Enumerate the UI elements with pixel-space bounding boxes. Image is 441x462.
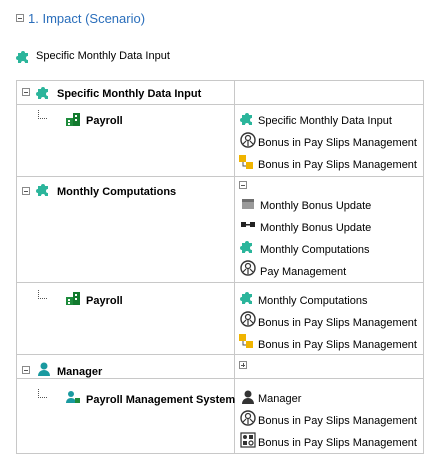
- role-icon: [66, 391, 80, 403]
- item-label: Manager: [258, 393, 302, 405]
- row-label: Payroll Management System: [86, 394, 236, 406]
- row-label: Payroll: [86, 115, 123, 127]
- tree-connector: [38, 389, 47, 398]
- event-icon: [239, 334, 253, 348]
- row-label: Specific Monthly Data Input: [57, 88, 202, 100]
- application-system-icon: [240, 132, 256, 148]
- item-label: Monthly Computations: [258, 295, 368, 307]
- item-label: Monthly Bonus Update: [260, 222, 372, 234]
- puzzle-icon: [240, 241, 252, 253]
- event-icon: [239, 155, 253, 169]
- row-label: Manager: [57, 366, 103, 378]
- item-label: Bonus in Pay Slips Management: [258, 317, 417, 329]
- item-label: Bonus in Pay Slips Management: [258, 415, 417, 427]
- data-cluster-icon: [242, 199, 254, 209]
- organization-icon: [66, 113, 80, 126]
- subtitle: Specific Monthly Data Input: [16, 46, 170, 66]
- item-label: Monthly Computations: [260, 244, 370, 256]
- item-label: Bonus in Pay Slips Management: [258, 339, 417, 351]
- section-title: 1. Impact (Scenario): [28, 10, 146, 26]
- item-label: Bonus in Pay Slips Management: [258, 437, 417, 449]
- cell-expand-toggle[interactable]: [239, 361, 247, 369]
- puzzle-icon: [36, 184, 48, 196]
- subtitle-label: Specific Monthly Data Input: [36, 50, 170, 62]
- item-label: Bonus in Pay Slips Management: [258, 137, 417, 149]
- puzzle-icon: [16, 51, 28, 63]
- puzzle-icon: [240, 292, 252, 304]
- tree-connector: [38, 290, 47, 299]
- section-header: 1. Impact (Scenario): [16, 9, 145, 27]
- organization-icon: [66, 292, 80, 305]
- item-label: Monthly Bonus Update: [260, 200, 372, 212]
- application-system-icon: [240, 432, 256, 448]
- application-system-icon: [240, 410, 256, 426]
- row-label: Payroll: [86, 295, 123, 307]
- connector-icon: [241, 222, 255, 227]
- row-toggle-specific-monthly-data-input[interactable]: [22, 88, 30, 96]
- row-toggle-monthly-computations[interactable]: [22, 187, 30, 195]
- collapse-toggle[interactable]: [16, 14, 24, 22]
- application-system-icon: [240, 260, 256, 276]
- item-label: Specific Monthly Data Input: [258, 115, 392, 127]
- application-system-icon: [240, 311, 256, 327]
- puzzle-icon: [36, 87, 48, 99]
- role-icon: [242, 390, 254, 404]
- item-label: Pay Management: [260, 266, 347, 278]
- tree-connector: [38, 110, 47, 119]
- role-icon: [38, 362, 50, 376]
- item-label: Bonus in Pay Slips Management: [258, 159, 417, 171]
- row-toggle-manager[interactable]: [22, 366, 30, 374]
- cell-toggle[interactable]: [239, 181, 247, 189]
- row-label: Monthly Computations: [57, 186, 177, 198]
- puzzle-icon: [240, 113, 252, 125]
